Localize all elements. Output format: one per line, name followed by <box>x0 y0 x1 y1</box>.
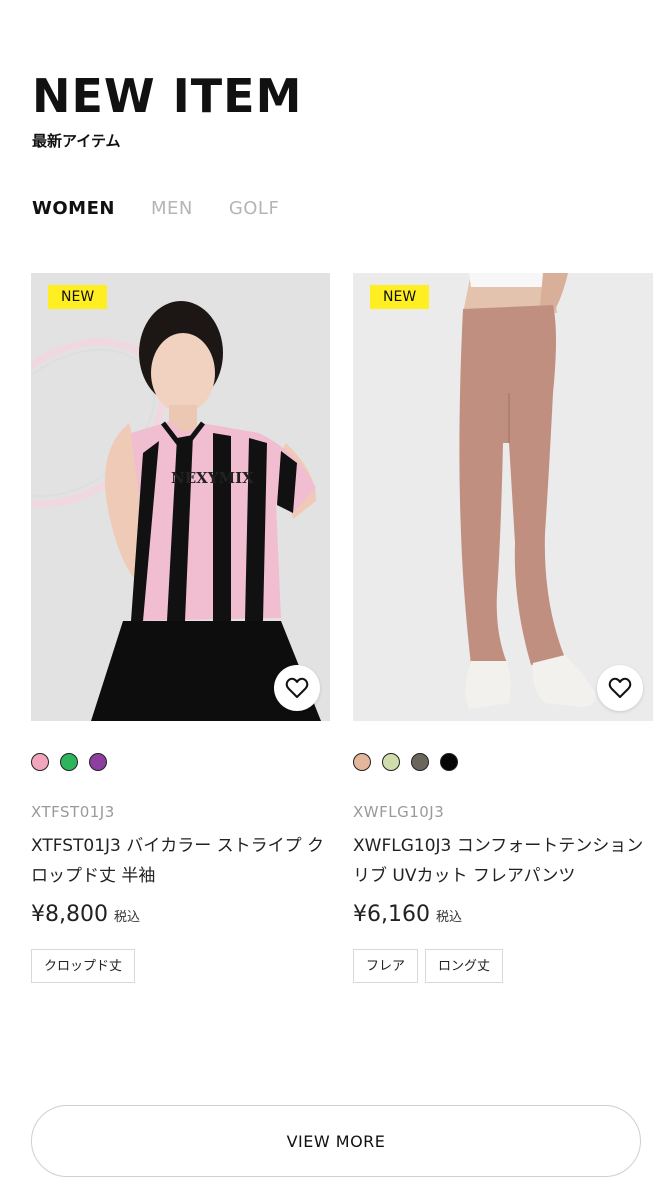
price-row: ¥8,800 税込 <box>31 902 330 927</box>
new-badge: NEW <box>370 285 430 309</box>
product-card[interactable]: NEW XWFLG10J3 XWFLG10J3 コンフォートテンション リブ U… <box>353 273 653 983</box>
tax-label: 税込 <box>435 910 462 925</box>
product-tags: クロップド丈 <box>31 949 330 983</box>
product-card[interactable]: NEXYMIX NEW XTFST01J3 XTFST01J3 バイカラー スト… <box>31 273 330 983</box>
product-tag[interactable]: フレア <box>353 949 419 983</box>
heart-icon <box>285 677 309 698</box>
product-tags: フレア ロング丈 <box>353 949 653 983</box>
tax-label: 税込 <box>113 910 140 925</box>
product-photo-illustration <box>353 273 653 721</box>
color-swatch-sage[interactable] <box>382 753 400 771</box>
color-swatch-green[interactable] <box>60 753 78 771</box>
product-name-line: リブ UVカット フレアパンツ <box>353 866 576 886</box>
price-row: ¥6,160 税込 <box>353 902 653 927</box>
wishlist-button[interactable] <box>274 665 320 711</box>
product-name-line: XTFST01J3 バイカラー ストライプ ク <box>31 836 325 856</box>
wishlist-button[interactable] <box>597 665 643 711</box>
tab-women[interactable]: WOMEN <box>32 197 115 221</box>
product-sku: XTFST01J3 <box>31 803 115 821</box>
product-tag[interactable]: クロップド丈 <box>31 949 136 983</box>
product-image[interactable]: NEW <box>353 273 653 721</box>
product-name[interactable]: XWFLG10J3 コンフォートテンション リブ UVカット フレアパンツ <box>353 831 653 891</box>
color-swatches <box>31 753 330 773</box>
color-swatches <box>353 753 653 773</box>
color-swatch-beige[interactable] <box>353 753 371 771</box>
tab-men[interactable]: MEN <box>151 197 193 221</box>
color-swatch-purple[interactable] <box>89 753 107 771</box>
color-swatch-black[interactable] <box>440 753 458 771</box>
product-price: ¥8,800 <box>31 902 108 927</box>
product-price: ¥6,160 <box>353 902 430 927</box>
product-sku: XWFLG10J3 <box>353 803 445 821</box>
product-name-line: XWFLG10J3 コンフォートテンション <box>353 836 644 856</box>
shirt-print-text: NEXYMIX <box>171 469 254 487</box>
color-swatch-charcoal[interactable] <box>411 753 429 771</box>
product-image[interactable]: NEXYMIX NEW <box>31 273 330 721</box>
view-more-button[interactable]: VIEW MORE <box>31 1105 641 1177</box>
new-badge: NEW <box>48 285 108 309</box>
color-swatch-pink[interactable] <box>31 753 49 771</box>
section-subtitle: 最新アイテム <box>32 132 121 150</box>
tab-golf[interactable]: GOLF <box>229 197 280 221</box>
product-name[interactable]: XTFST01J3 バイカラー ストライプ ク ロップド丈 半袖 <box>31 831 330 891</box>
heart-icon <box>608 677 632 698</box>
product-photo-illustration: NEXYMIX <box>31 273 330 721</box>
product-tag[interactable]: ロング丈 <box>425 949 504 983</box>
product-name-line: ロップド丈 半袖 <box>31 866 156 886</box>
category-tabs: WOMEN MEN GOLF <box>32 197 279 221</box>
section-title: NEW ITEM <box>32 69 303 123</box>
